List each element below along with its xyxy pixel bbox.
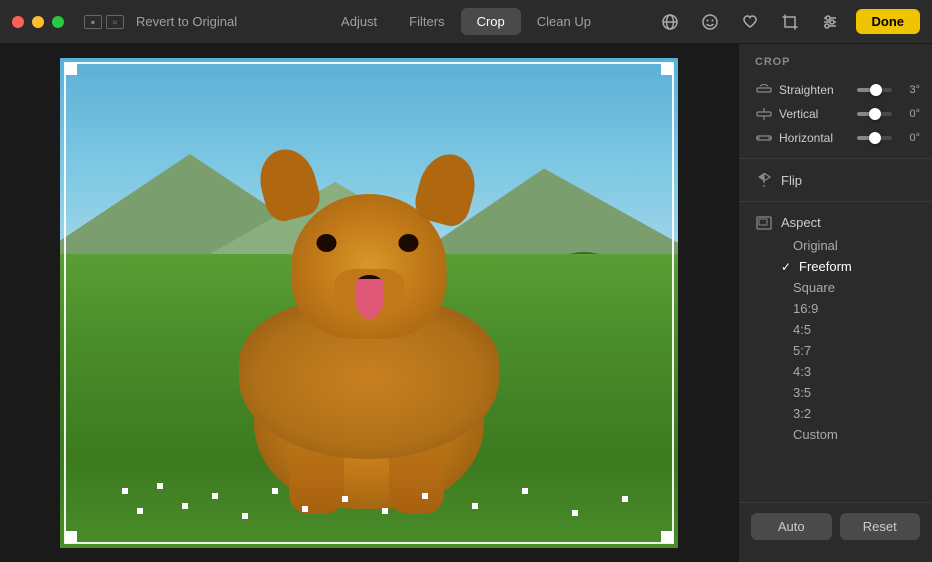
emoji-icon-button[interactable] [696, 8, 724, 36]
tab-cleanup[interactable]: Clean Up [521, 8, 607, 35]
emoji-icon [701, 13, 719, 31]
aspect-item-custom[interactable]: Custom [739, 424, 932, 445]
aspect-item-4-3[interactable]: 4:3 [739, 361, 932, 382]
horizontal-slider[interactable] [857, 136, 892, 140]
flip-row[interactable]: Flip [739, 167, 932, 193]
horizontal-icon [755, 131, 773, 145]
divider-2 [739, 201, 932, 202]
auto-button[interactable]: Auto [751, 513, 832, 540]
flip-label: Flip [781, 173, 802, 188]
main-content: CROP Straighten 3° [0, 44, 932, 562]
heart-icon-button[interactable] [736, 8, 764, 36]
aspect-item-3-5[interactable]: 3:5 [739, 382, 932, 403]
vertical-icon [755, 107, 773, 121]
crop-tool-icon [781, 13, 799, 31]
adjustments-icon [821, 13, 839, 31]
maximize-button[interactable] [52, 16, 64, 28]
done-button[interactable]: Done [856, 9, 921, 34]
layout-single-icon[interactable]: ▪ [84, 15, 102, 29]
photo-canvas[interactable] [60, 58, 678, 548]
titlebar: ▪ ▫ Revert to Original Adjust Filters Cr… [0, 0, 932, 44]
aspect-item-16-9[interactable]: 16:9 [739, 298, 932, 319]
divider-1 [739, 158, 932, 159]
aspect-item-4-5[interactable]: 4:5 [739, 319, 932, 340]
vertical-row: Vertical 0° [739, 102, 932, 126]
flip-icon [755, 172, 773, 188]
globe-icon-button[interactable] [656, 8, 684, 36]
vertical-slider[interactable] [857, 112, 892, 116]
titlebar-right-controls: Done [656, 8, 921, 36]
crop-tool-icon-button[interactable] [776, 8, 804, 36]
aspect-item-original[interactable]: Original [739, 235, 932, 256]
photo-area [0, 44, 738, 562]
straighten-row: Straighten 3° [739, 78, 932, 102]
aspect-label: Aspect [781, 215, 821, 230]
horizontal-row: Horizontal 0° [739, 126, 932, 150]
layout-buttons: ▪ ▫ [84, 15, 124, 29]
minimize-button[interactable] [32, 16, 44, 28]
vertical-value: 0° [898, 108, 920, 120]
straighten-slider[interactable] [857, 88, 892, 92]
photo-container [60, 58, 678, 548]
flowers-layer [60, 279, 678, 549]
straighten-value: 3° [898, 84, 920, 96]
adjustments-icon-button[interactable] [816, 8, 844, 36]
reset-button[interactable]: Reset [840, 513, 921, 540]
straighten-icon [755, 83, 773, 97]
tab-adjust[interactable]: Adjust [325, 8, 393, 35]
sidebar-panel: CROP Straighten 3° [738, 44, 932, 562]
vertical-label: Vertical [779, 107, 851, 121]
layout-split-icon[interactable]: ▫ [106, 15, 124, 29]
horizontal-value: 0° [898, 132, 920, 144]
traffic-lights [12, 16, 64, 28]
checkmark-icon: ✓ [781, 260, 793, 274]
straighten-label: Straighten [779, 83, 851, 97]
aspect-icon [755, 216, 773, 230]
aspect-item-freeform[interactable]: ✓ Freeform [739, 256, 932, 277]
aspect-item-5-7[interactable]: 5:7 [739, 340, 932, 361]
tab-filters[interactable]: Filters [393, 8, 460, 35]
aspect-item-square[interactable]: Square [739, 277, 932, 298]
revert-to-original-button[interactable]: Revert to Original [136, 14, 237, 29]
tab-crop[interactable]: Crop [461, 8, 521, 35]
sidebar-bottom-actions: Auto Reset [739, 502, 932, 550]
heart-icon [741, 13, 759, 31]
close-button[interactable] [12, 16, 24, 28]
sidebar-header: CROP [739, 56, 932, 78]
horizontal-label: Horizontal [779, 131, 851, 145]
aspect-section-header: Aspect [739, 210, 932, 235]
globe-icon [661, 13, 679, 31]
navigation-tabs: Adjust Filters Crop Clean Up [325, 8, 607, 35]
aspect-item-3-2[interactable]: 3:2 [739, 403, 932, 424]
